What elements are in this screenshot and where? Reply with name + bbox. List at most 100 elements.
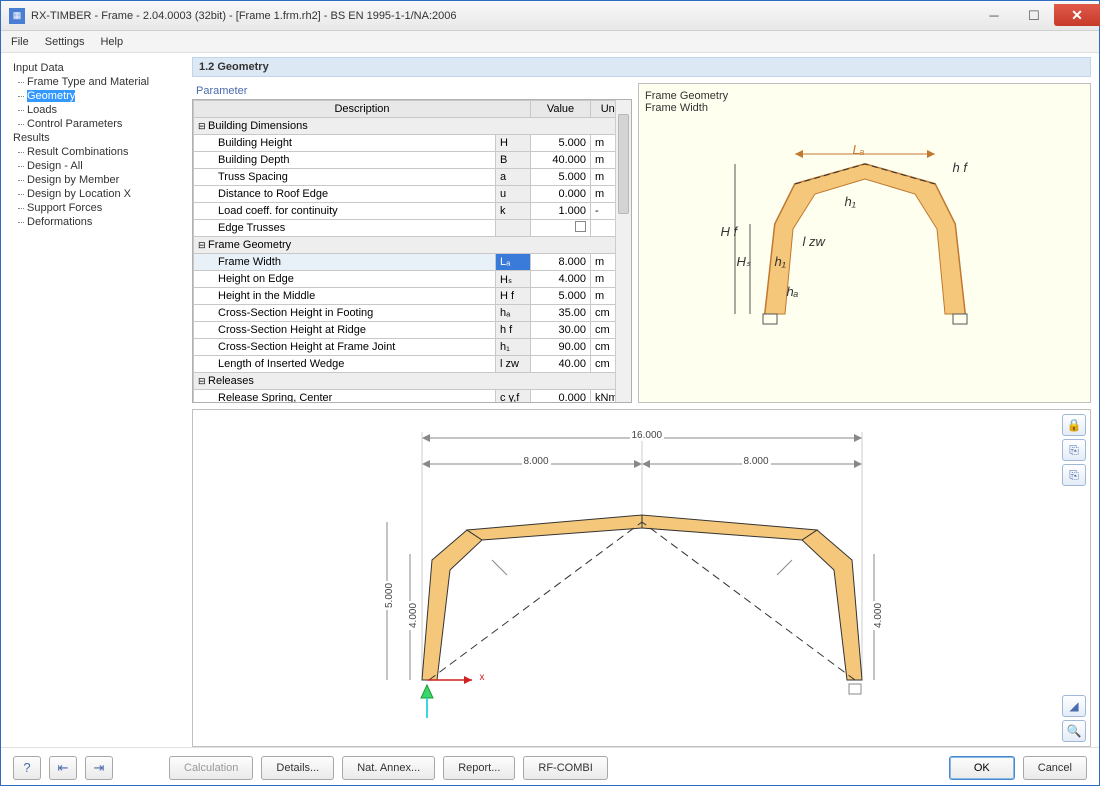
menu-settings[interactable]: Settings: [45, 36, 85, 48]
cell-desc[interactable]: Height on Edge: [194, 271, 496, 288]
table-row[interactable]: Distance to Roof Edge u 0.000 m: [194, 186, 631, 203]
table-row[interactable]: Height in the Middle H f 5.000 m: [194, 288, 631, 305]
cancel-button[interactable]: Cancel: [1023, 756, 1087, 780]
cell-value[interactable]: 0.000: [531, 186, 591, 203]
prev-button[interactable]: ⇤: [49, 756, 77, 780]
help-button[interactable]: ?: [13, 756, 41, 780]
table-row[interactable]: Release Spring, Center c y,f 0.000 kNm/: [194, 390, 631, 404]
tree-support-forces[interactable]: Support Forces: [11, 201, 182, 215]
dim-half2: 8.000: [742, 456, 771, 467]
cell-value[interactable]: 5.000: [531, 135, 591, 152]
label-h1: h₁: [845, 194, 856, 209]
details-button[interactable]: Details...: [261, 756, 334, 780]
cell-value[interactable]: 35.00: [531, 305, 591, 322]
table-row[interactable]: Cross-Section Height at Frame Joint h₁ 9…: [194, 339, 631, 356]
menu-help[interactable]: Help: [100, 36, 123, 48]
copy-button[interactable]: ⎘: [1062, 439, 1086, 461]
cell-value[interactable]: 90.00: [531, 339, 591, 356]
parameter-grid[interactable]: Description Value Unit Building Dimensio…: [192, 99, 632, 403]
axis-x: x: [478, 672, 487, 683]
cell-desc[interactable]: Building Depth: [194, 152, 496, 169]
rf-combi-button[interactable]: RF-COMBI: [523, 756, 607, 780]
group-building-dim[interactable]: Building Dimensions: [194, 118, 631, 135]
tree-deformations[interactable]: Deformations: [11, 215, 182, 229]
tree-loads[interactable]: Loads: [11, 103, 182, 117]
copy2-button[interactable]: ⎘: [1062, 464, 1086, 486]
cell-desc[interactable]: Building Height: [194, 135, 496, 152]
cell-value[interactable]: [531, 220, 591, 237]
cell-value[interactable]: 5.000: [531, 169, 591, 186]
nat-annex-button[interactable]: Nat. Annex...: [342, 756, 435, 780]
next-button[interactable]: ⇥: [85, 756, 113, 780]
table-row[interactable]: Building Depth B 40.000 m: [194, 152, 631, 169]
label-La: Lₐ: [853, 142, 865, 157]
table-row[interactable]: Height on Edge Hₛ 4.000 m: [194, 271, 631, 288]
maximize-button[interactable]: ☐: [1014, 5, 1054, 26]
grid-scrollbar[interactable]: [615, 100, 631, 402]
cell-desc[interactable]: Distance to Roof Edge: [194, 186, 496, 203]
cell-value[interactable]: 8.000: [531, 254, 591, 271]
label-Hs: Hₛ: [737, 254, 751, 270]
cell-desc[interactable]: Frame Width: [194, 254, 496, 271]
cell-value[interactable]: 30.00: [531, 322, 591, 339]
table-row[interactable]: Cross-Section Height in Footing hₐ 35.00…: [194, 305, 631, 322]
frame-viewer[interactable]: 🔒 ⎘ ⎘ ◢ 🔍: [192, 409, 1091, 747]
cell-desc[interactable]: Edge Trusses: [194, 220, 496, 237]
label-h1b: h₁: [775, 254, 786, 269]
navigation-tree: Input Data Frame Type and Material Geome…: [9, 57, 184, 747]
ok-button[interactable]: OK: [949, 756, 1015, 780]
cell-value[interactable]: 0.000: [531, 390, 591, 404]
preview-title2: Frame Width: [645, 102, 1084, 114]
cell-value[interactable]: 1.000: [531, 203, 591, 220]
tree-design-all[interactable]: Design - All: [11, 159, 182, 173]
cell-value[interactable]: 40.000: [531, 152, 591, 169]
cell-symbol: h f: [496, 322, 531, 339]
cell-symbol: a: [496, 169, 531, 186]
cell-value[interactable]: 5.000: [531, 288, 591, 305]
cell-desc[interactable]: Truss Spacing: [194, 169, 496, 186]
tree-control-params[interactable]: Control Parameters: [11, 117, 182, 131]
preview-title1: Frame Geometry: [645, 90, 1084, 102]
menu-file[interactable]: File: [11, 36, 29, 48]
cell-symbol: H f: [496, 288, 531, 305]
tree-design-location[interactable]: Design by Location X: [11, 187, 182, 201]
cell-symbol: l zw: [496, 356, 531, 373]
zoom-button[interactable]: 🔍: [1062, 720, 1086, 742]
group-frame-geom[interactable]: Frame Geometry: [194, 237, 631, 254]
cell-symbol: u: [496, 186, 531, 203]
cell-value[interactable]: 40.00: [531, 356, 591, 373]
report-button[interactable]: Report...: [443, 756, 515, 780]
cell-desc[interactable]: Length of Inserted Wedge: [194, 356, 496, 373]
tree-frame-type[interactable]: Frame Type and Material: [11, 75, 182, 89]
group-releases[interactable]: Releases: [194, 373, 631, 390]
cell-desc[interactable]: Cross-Section Height at Ridge: [194, 322, 496, 339]
window-title: RX-TIMBER - Frame - 2.04.0003 (32bit) - …: [31, 10, 974, 22]
table-row[interactable]: Building Height H 5.000 m: [194, 135, 631, 152]
cell-symbol: c y,f: [496, 390, 531, 404]
calculation-button[interactable]: Calculation: [169, 756, 253, 780]
lock-button[interactable]: 🔒: [1062, 414, 1086, 436]
tree-geometry[interactable]: Geometry: [11, 89, 182, 103]
close-button[interactable]: ✕: [1054, 4, 1100, 26]
cell-desc[interactable]: Release Spring, Center: [194, 390, 496, 404]
table-row[interactable]: Truss Spacing a 5.000 m: [194, 169, 631, 186]
col-description[interactable]: Description: [194, 101, 531, 118]
cell-desc[interactable]: Height in the Middle: [194, 288, 496, 305]
cell-desc[interactable]: Cross-Section Height in Footing: [194, 305, 496, 322]
table-row[interactable]: Cross-Section Height at Ridge h f 30.00 …: [194, 322, 631, 339]
cell-value[interactable]: 4.000: [531, 271, 591, 288]
table-row[interactable]: Load coeff. for continuity k 1.000 -: [194, 203, 631, 220]
tool-button[interactable]: ◢: [1062, 695, 1086, 717]
cell-desc[interactable]: Cross-Section Height at Frame Joint: [194, 339, 496, 356]
label-lzw: l zw: [803, 234, 825, 249]
panel-title: 1.2 Geometry: [192, 57, 1091, 77]
minimize-button[interactable]: ─: [974, 5, 1014, 26]
table-row[interactable]: Length of Inserted Wedge l zw 40.00 cm: [194, 356, 631, 373]
tree-group-results: Results: [11, 131, 182, 145]
table-row[interactable]: Frame Width Lₐ 8.000 m: [194, 254, 631, 271]
col-value[interactable]: Value: [531, 101, 591, 118]
tree-result-combi[interactable]: Result Combinations: [11, 145, 182, 159]
cell-desc[interactable]: Load coeff. for continuity: [194, 203, 496, 220]
table-row[interactable]: Edge Trusses: [194, 220, 631, 237]
tree-design-member[interactable]: Design by Member: [11, 173, 182, 187]
